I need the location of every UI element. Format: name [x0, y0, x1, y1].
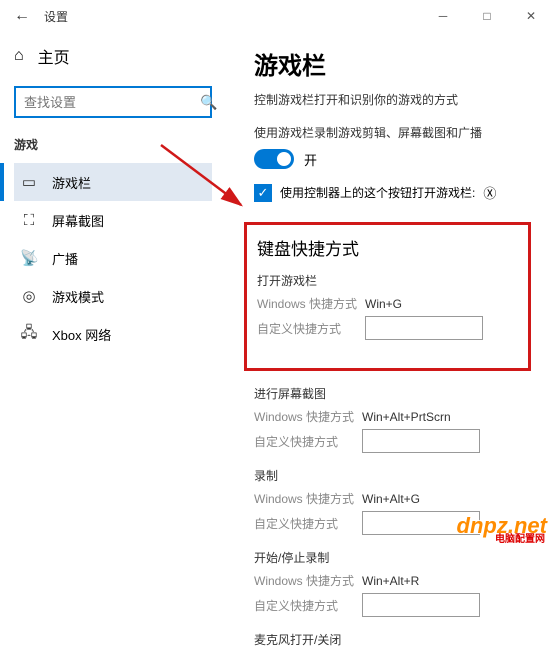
win-shortcut-label: Windows 快捷方式 — [254, 408, 362, 425]
win-shortcut-value: Win+Alt+G — [362, 492, 420, 506]
toggle-desc: 使用游戏栏录制游戏剪辑、屏幕截图和广播 — [254, 124, 543, 141]
sidebar-item-gamebar[interactable]: ▭ 游戏栏 — [14, 163, 212, 201]
xbox-icon: Ⓧ — [483, 183, 496, 202]
win-shortcut-label: Windows 快捷方式 — [257, 295, 365, 312]
nav-label: Xbox 网络 — [52, 325, 111, 344]
minimize-button[interactable]: ─ — [421, 0, 465, 32]
gamebar-icon: ▭ — [20, 173, 38, 191]
custom-shortcut-label: 自定义快捷方式 — [254, 597, 362, 614]
custom-shortcut-label: 自定义快捷方式 — [257, 320, 365, 337]
shortcuts-heading: 键盘快捷方式 — [257, 235, 518, 260]
home-link[interactable]: ⌂ 主页 — [14, 40, 212, 72]
page-desc: 控制游戏栏打开和识别你的游戏的方式 — [254, 91, 543, 108]
group-title: 麦克风打开/关闭 — [254, 631, 543, 648]
sidebar: ⌂ 主页 🔍 游戏 ▭ 游戏栏 ⛶ 屏幕截图 📡 广播 ◎ 游戏模式 🖧 Xbo… — [0, 32, 226, 545]
captures-icon: ⛶ — [20, 212, 38, 229]
group-title: 开始/停止录制 — [254, 549, 543, 566]
home-icon: ⌂ — [14, 47, 24, 65]
win-shortcut-label: Windows 快捷方式 — [254, 572, 362, 589]
custom-shortcut-input[interactable] — [365, 316, 483, 340]
section-label: 游戏 — [14, 136, 212, 153]
network-icon: 🖧 — [20, 322, 38, 347]
win-shortcut-value: Win+Alt+PrtScrn — [362, 410, 451, 424]
search-box[interactable]: 🔍 — [14, 86, 212, 118]
content: 游戏栏 控制游戏栏打开和识别你的游戏的方式 使用游戏栏录制游戏剪辑、屏幕截图和广… — [226, 32, 553, 545]
home-label: 主页 — [38, 44, 70, 68]
gamemode-icon: ◎ — [20, 287, 38, 305]
close-button[interactable]: ✕ — [509, 0, 553, 32]
group-title: 打开游戏栏 — [257, 272, 518, 289]
checkbox-label: 使用控制器上的这个按钮打开游戏栏: — [280, 184, 475, 201]
win-shortcut-label: Windows 快捷方式 — [254, 490, 362, 507]
search-input[interactable] — [24, 95, 200, 110]
custom-shortcut-input[interactable] — [362, 429, 480, 453]
sidebar-item-captures[interactable]: ⛶ 屏幕截图 — [14, 201, 212, 239]
win-shortcut-value: Win+G — [365, 297, 402, 311]
highlight-box: 键盘快捷方式 打开游戏栏 Windows 快捷方式 Win+G 自定义快捷方式 — [244, 222, 531, 371]
nav-label: 游戏模式 — [52, 287, 104, 306]
toggle-label: 开 — [304, 150, 317, 169]
gamebar-toggle[interactable] — [254, 149, 294, 169]
maximize-button[interactable]: □ — [465, 0, 509, 32]
custom-shortcut-label: 自定义快捷方式 — [254, 515, 362, 532]
sidebar-item-broadcast[interactable]: 📡 广播 — [14, 239, 212, 277]
back-icon[interactable]: ← — [14, 7, 30, 25]
custom-shortcut-label: 自定义快捷方式 — [254, 433, 362, 450]
group-title: 录制 — [254, 467, 543, 484]
window-title: 设置 — [44, 8, 68, 25]
nav-label: 广播 — [52, 249, 78, 268]
win-shortcut-value: Win+Alt+R — [362, 574, 419, 588]
controller-checkbox[interactable]: ✓ — [254, 184, 272, 202]
page-title: 游戏栏 — [254, 46, 543, 81]
group-title: 进行屏幕截图 — [254, 385, 543, 402]
broadcast-icon: 📡 — [20, 249, 38, 267]
custom-shortcut-input[interactable] — [362, 593, 480, 617]
nav-label: 屏幕截图 — [52, 211, 104, 230]
nav-label: 游戏栏 — [52, 173, 91, 192]
sidebar-item-xbox-network[interactable]: 🖧 Xbox 网络 — [14, 315, 212, 353]
search-icon: 🔍 — [200, 94, 217, 111]
watermark-sub: 电脑配置网 — [495, 530, 545, 545]
sidebar-item-gamemode[interactable]: ◎ 游戏模式 — [14, 277, 212, 315]
titlebar: ← 设置 ─ □ ✕ — [0, 0, 553, 32]
